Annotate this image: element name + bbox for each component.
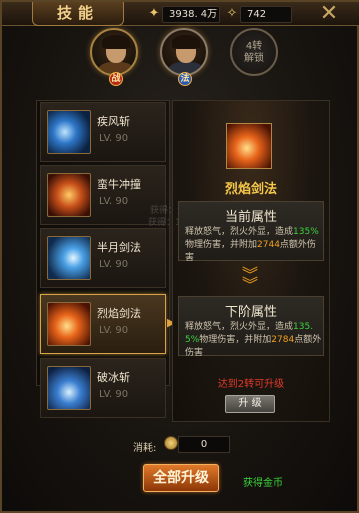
- coin-icon: [164, 436, 178, 450]
- bull-charge-icon: [47, 173, 91, 217]
- hero-hair: [102, 35, 130, 49]
- ice-break-slash-icon: [47, 366, 91, 410]
- skill-row-ice-break[interactable]: 破冰斩 LV. 90: [40, 358, 166, 418]
- gold-amount: 3938. 4万: [162, 6, 220, 23]
- title-bar: 技能 ✦ 3938. 4万 ✧ 742 ✕: [2, 2, 359, 26]
- skill-level: LV. 90: [99, 133, 129, 144]
- lock-line-2: 解锁: [244, 53, 264, 64]
- cost-value: 0: [178, 436, 230, 453]
- flame-sword-icon: [47, 302, 91, 346]
- current-attributes-header: 当前属性: [224, 210, 277, 225]
- get-gold-link[interactable]: 获得金币: [243, 474, 283, 489]
- skill-level: LV. 90: [99, 389, 129, 400]
- ingot-amount: 742: [240, 6, 292, 23]
- current-attributes-box: 当前属性 释放怒气，烈火外显，造成135%物理伤害，并附加2744点额外伤害: [178, 201, 324, 263]
- selected-skill-title: 烈焰剑法: [224, 182, 277, 197]
- hero-portrait-warrior[interactable]: [90, 28, 138, 76]
- cost-label: 消耗:: [133, 443, 157, 454]
- hero-hair: [172, 35, 200, 49]
- skill-name: 破冰斩: [97, 371, 130, 384]
- skill-level: LV. 90: [99, 325, 129, 336]
- upgrade-all-button[interactable]: 全部升级: [143, 464, 219, 492]
- wind-slash-icon: [47, 110, 91, 154]
- window-title: 技能: [32, 2, 124, 26]
- skill-row-flame-sword[interactable]: 烈焰剑法 LV. 90: [40, 294, 166, 354]
- upgrade-requirement: 达到2转可升级: [217, 379, 285, 390]
- ingot-currency-icon: ✧: [226, 6, 238, 21]
- next-attributes-text: 释放怒气，烈火外显，造成135. 5%物理伤害，并附加2784点额外伤害: [185, 322, 322, 358]
- mage-class-badge: 法: [178, 72, 192, 86]
- next-attributes-box: 下阶属性 释放怒气，烈火外显，造成135. 5%物理伤害，并附加2784点额外伤…: [178, 296, 324, 358]
- locked-hero-slot[interactable]: 4转 解锁: [230, 28, 278, 76]
- gold-currency-icon: ✦: [148, 6, 160, 21]
- skill-row-half-moon[interactable]: 半月剑法 LV. 90: [40, 228, 166, 288]
- next-attributes-header: 下阶属性: [224, 305, 277, 320]
- skill-name: 疾风斩: [97, 115, 130, 128]
- skill-row-wind-slash[interactable]: 疾风斩 LV. 90: [40, 102, 166, 162]
- half-moon-blade-icon: [47, 236, 91, 280]
- skill-window: 技能 ✦ 3938. 4万 ✧ 742 ✕ 战 法 4转 解锁 疾风斩 LV. …: [0, 0, 359, 513]
- close-icon[interactable]: ✕: [319, 3, 339, 25]
- skill-level: LV. 90: [99, 196, 129, 207]
- skill-name: 蛮牛冲撞: [97, 178, 141, 191]
- flame-sword-icon: [226, 123, 272, 169]
- skill-name: 烈焰剑法: [97, 307, 141, 320]
- warrior-class-badge: 战: [109, 72, 123, 86]
- upgrade-button[interactable]: 升 级: [225, 395, 275, 413]
- chevron-down-icon: ︾ ︾: [241, 265, 258, 294]
- hero-portrait-mage[interactable]: [160, 28, 208, 76]
- skill-level: LV. 90: [99, 259, 129, 270]
- skill-name: 半月剑法: [97, 241, 141, 254]
- lock-line-1: 4转: [245, 41, 263, 52]
- current-attributes-text: 释放怒气，烈火外显，造成135%物理伤害，并附加2744点额外伤害: [185, 227, 319, 263]
